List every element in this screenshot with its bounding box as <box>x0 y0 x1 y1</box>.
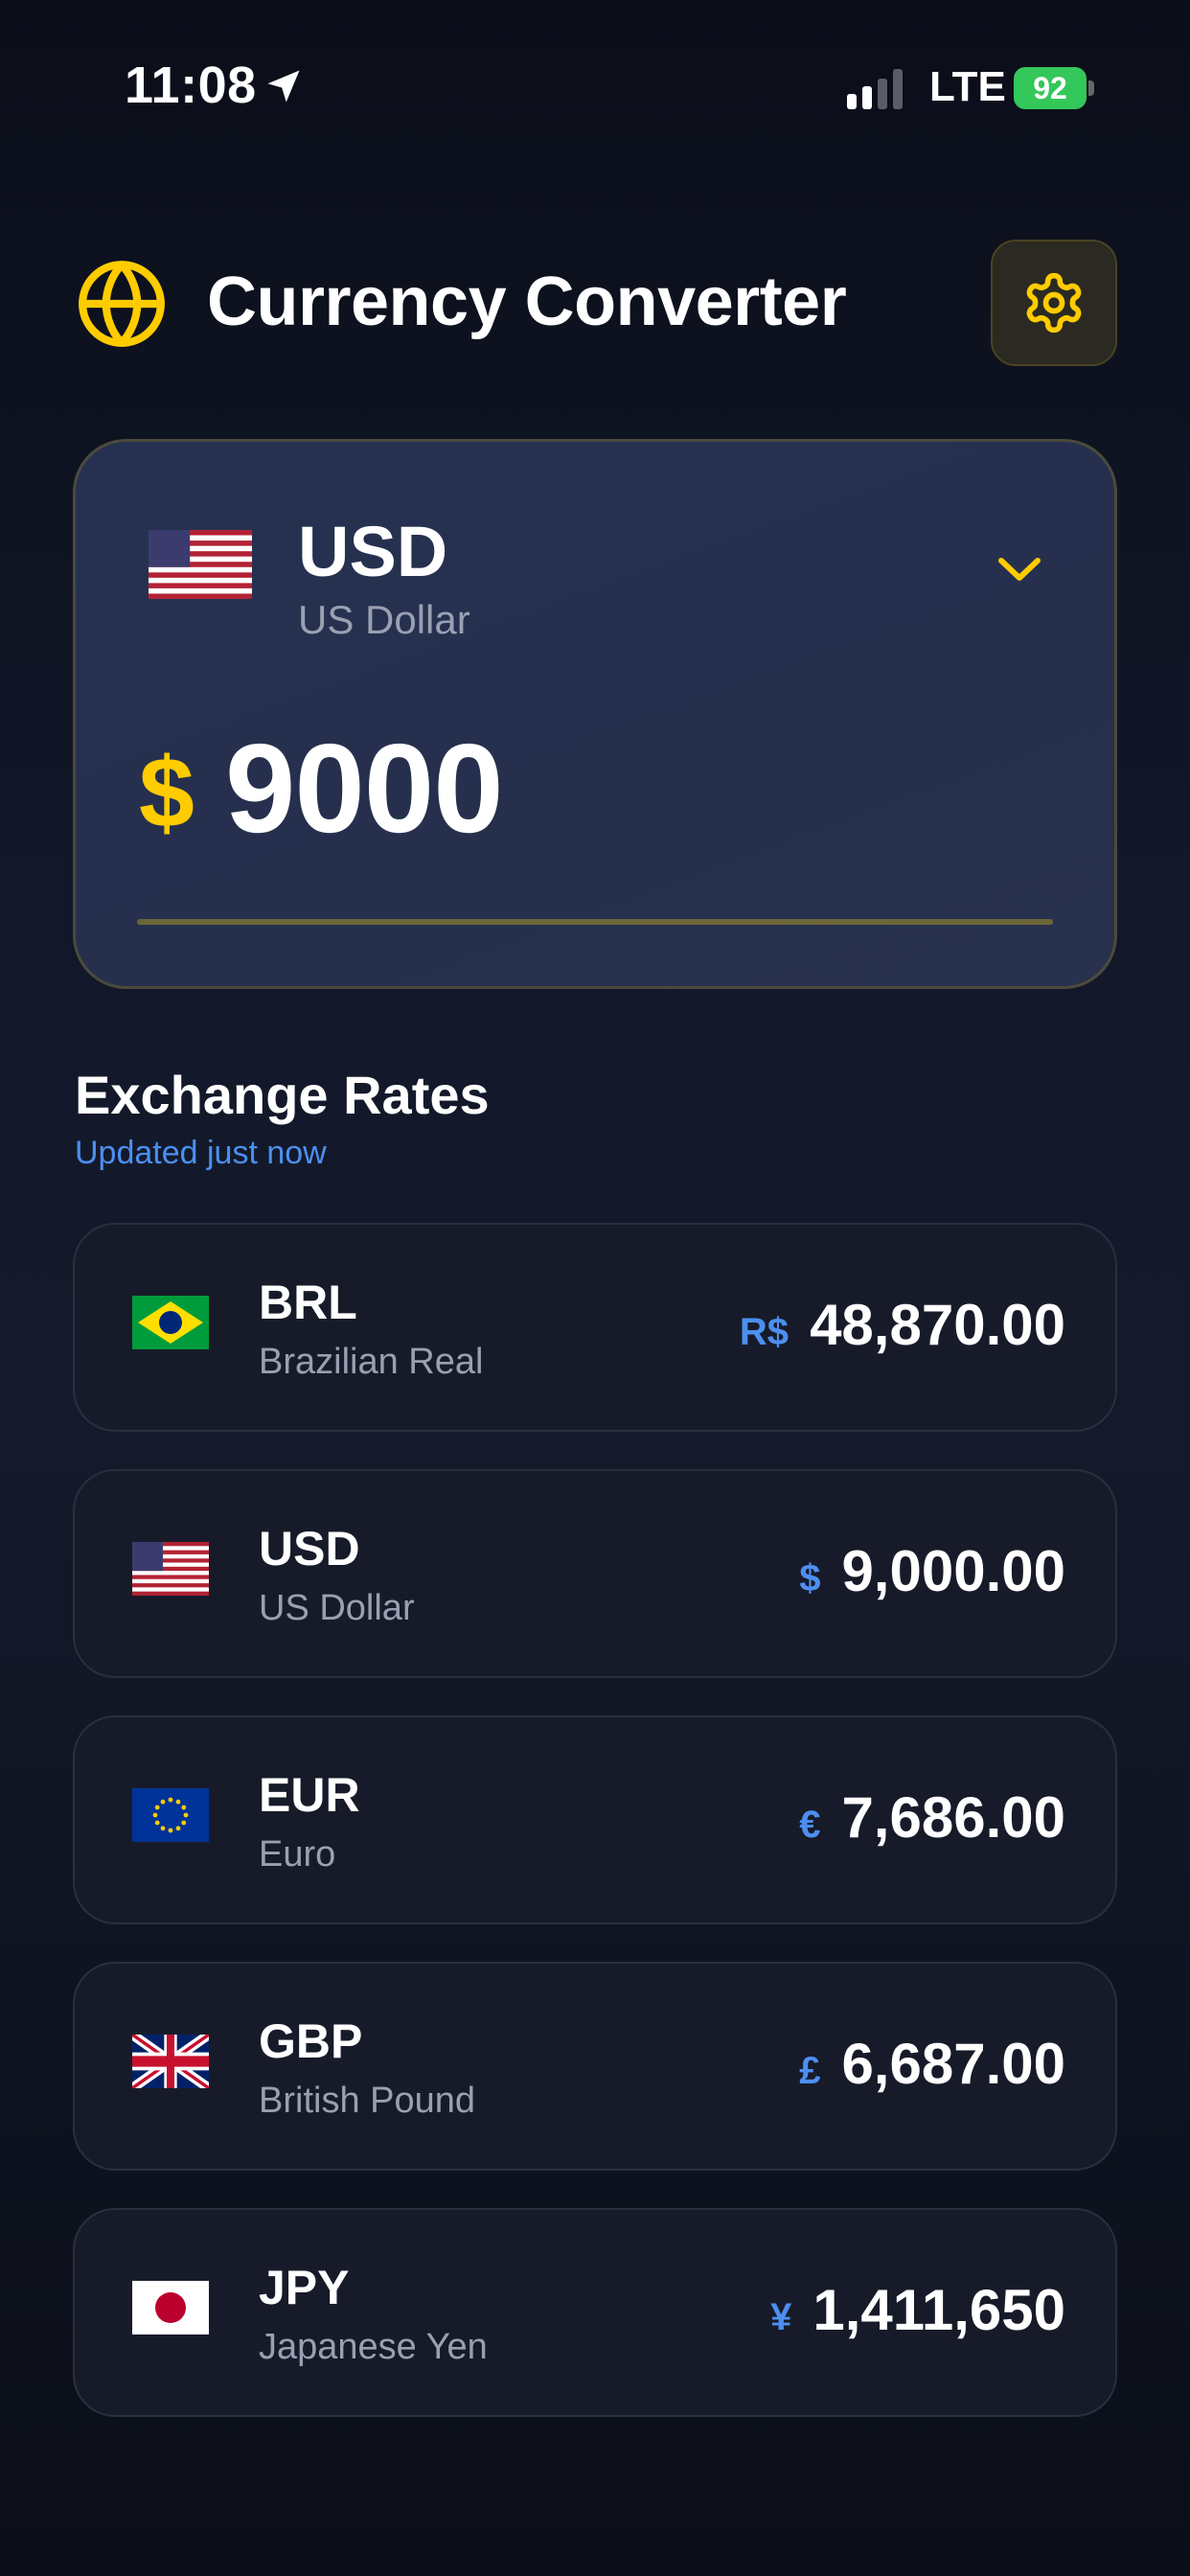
rate-row-usd[interactable]: USD US Dollar $ 9,000.00 <box>73 1469 1117 1678</box>
us-flag-icon <box>149 530 252 599</box>
rate-amount: £ 6,687.00 <box>799 2031 1065 2097</box>
rate-amount: € 7,686.00 <box>799 1784 1065 1851</box>
rate-currency-code: USD <box>259 1522 360 1576</box>
rate-row-jpy[interactable]: JPY Japanese Yen ¥ 1,411,650 <box>73 2208 1117 2417</box>
rate-currency-name: Euro <box>259 1834 336 1874</box>
status-time: 11:08 <box>125 57 257 114</box>
japan-flag-icon <box>132 2281 209 2334</box>
battery-cap <box>1088 80 1094 96</box>
rate-currency-name: British Pound <box>259 2081 476 2121</box>
gear-icon <box>1026 272 1082 334</box>
amount-currency-symbol: $ <box>139 738 195 849</box>
converter-card: USD US Dollar $ 9000 <box>73 439 1117 989</box>
rate-currency-name: Japanese Yen <box>259 2327 488 2367</box>
rate-row-brl[interactable]: BRL Brazilian Real R$ 48,870.00 <box>73 1223 1117 1432</box>
rate-currency-code: EUR <box>259 1768 360 1822</box>
network-type: LTE <box>929 63 1006 110</box>
rate-currency-symbol: ¥ <box>770 2296 792 2338</box>
settings-button[interactable] <box>991 240 1117 366</box>
rate-currency-symbol: $ <box>799 1557 821 1599</box>
amount-input[interactable]: 9000 <box>225 716 504 861</box>
us-flag-icon <box>132 1542 209 1596</box>
rate-currency-symbol: R$ <box>739 1311 790 1353</box>
rate-value: 9,000.00 <box>841 1539 1065 1603</box>
rate-currency-name: Brazilian Real <box>259 1342 484 1382</box>
battery-indicator: 92 <box>1014 67 1094 109</box>
base-currency-code: USD <box>298 512 448 591</box>
rate-currency-symbol: € <box>799 1804 821 1846</box>
eu-flag-icon <box>132 1788 209 1842</box>
last-updated-text: Updated just now <box>75 1135 327 1171</box>
app-screen: 11:08 LTE 92 Currency Converter USD US D… <box>0 0 1190 2576</box>
rate-value: 48,870.00 <box>810 1293 1065 1357</box>
rate-amount: $ 9,000.00 <box>799 1538 1065 1604</box>
amount-input-underline <box>137 919 1053 925</box>
page-title: Currency Converter <box>207 264 847 340</box>
rate-currency-symbol: £ <box>799 2050 821 2092</box>
rate-currency-code: JPY <box>259 2261 350 2314</box>
chevron-down-icon[interactable] <box>995 553 1043 586</box>
rate-value: 7,686.00 <box>841 1785 1065 1850</box>
rate-amount: ¥ 1,411,650 <box>770 2277 1065 2343</box>
brazil-flag-icon <box>132 1296 209 1349</box>
battery-level: 92 <box>1033 71 1067 105</box>
rate-currency-name: US Dollar <box>259 1588 415 1628</box>
rate-currency-code: GBP <box>259 2014 363 2068</box>
location-arrow-icon <box>267 70 300 103</box>
status-bar: 11:08 LTE 92 <box>0 0 1190 182</box>
section-title: Exchange Rates <box>75 1065 490 1125</box>
rate-value: 1,411,650 <box>812 2278 1065 2342</box>
base-currency-name: US Dollar <box>298 597 470 642</box>
rate-value: 6,687.00 <box>841 2032 1065 2096</box>
uk-flag-icon <box>132 2035 209 2088</box>
cellular-signal-icon <box>847 69 903 109</box>
rate-amount: R$ 48,870.00 <box>740 1292 1065 1358</box>
globe-icon <box>79 261 165 347</box>
rate-row-eur[interactable]: EUR Euro € 7,686.00 <box>73 1715 1117 1924</box>
rate-currency-code: BRL <box>259 1276 357 1329</box>
rate-row-gbp[interactable]: GBP British Pound £ 6,687.00 <box>73 1962 1117 2171</box>
